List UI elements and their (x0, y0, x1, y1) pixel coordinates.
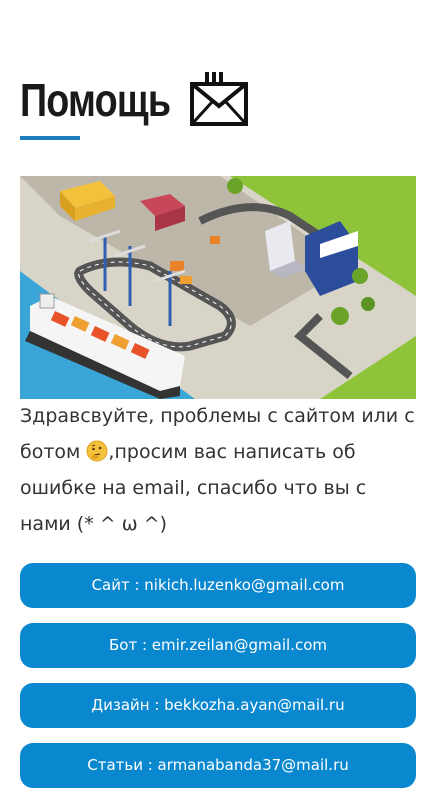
help-message: Здравсвуйте, проблемы с сайтом или с бот… (20, 398, 416, 542)
bot-contact-button[interactable]: Бот : emir.zeilan@gmail.com (20, 623, 416, 668)
title-row: Помощь (20, 70, 248, 130)
thinking-face-icon (86, 438, 108, 462)
design-contact-button[interactable]: Дизайн : bekkozha.ayan@mail.ru (20, 683, 416, 728)
page-title: Помощь (20, 74, 171, 126)
contact-list: Сайт : nikich.luzenko@gmail.com Бот : em… (20, 563, 416, 803)
title-underline (20, 136, 80, 140)
site-contact-button[interactable]: Сайт : nikich.luzenko@gmail.com (20, 563, 416, 608)
articles-contact-button[interactable]: Статьи : armanabanda37@mail.ru (20, 743, 416, 788)
envelope-icon (190, 70, 248, 128)
hero-illustration (20, 176, 416, 399)
